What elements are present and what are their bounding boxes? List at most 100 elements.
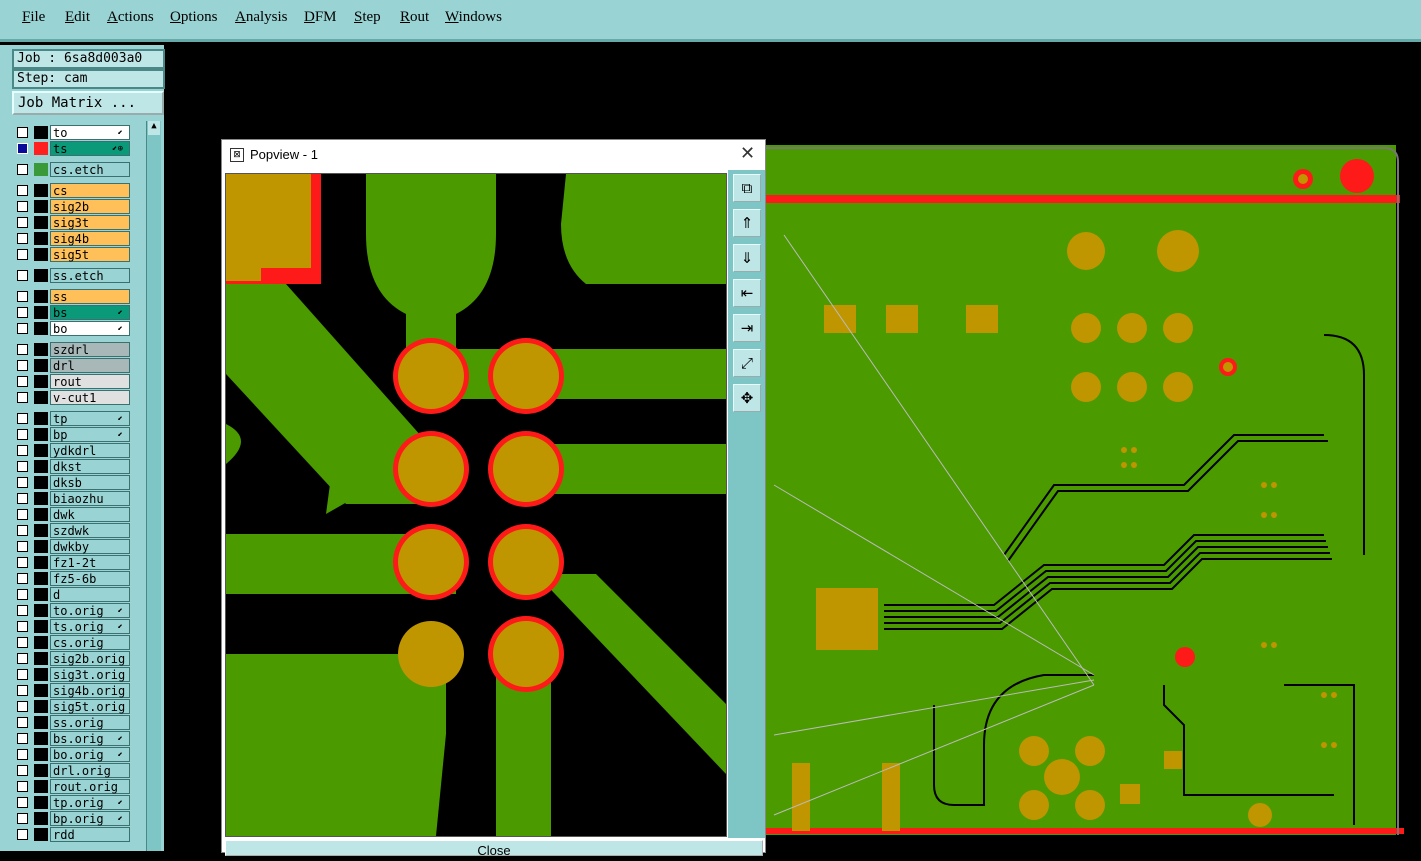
- layer-checkbox[interactable]: [17, 797, 28, 808]
- menu-analysis[interactable]: Analysis: [235, 9, 288, 26]
- layer-checkbox[interactable]: [17, 392, 28, 403]
- layer-checkbox[interactable]: [17, 461, 28, 472]
- layer-name[interactable]: tp ⬋: [50, 411, 130, 426]
- layer-checkbox[interactable]: [17, 323, 28, 334]
- layer-row[interactable]: sig4b: [12, 231, 136, 246]
- layer-row[interactable]: ts ⬋⊕: [12, 141, 136, 156]
- layer-name[interactable]: sig3t.orig: [50, 667, 130, 682]
- layer-name[interactable]: rdd: [50, 827, 130, 842]
- layer-name[interactable]: dkst: [50, 459, 130, 474]
- zoom-fit-icon[interactable]: ⤢: [733, 349, 761, 377]
- layer-row[interactable]: fz5-6b: [12, 571, 136, 586]
- layer-row[interactable]: ss.orig: [12, 715, 136, 730]
- layer-checkbox[interactable]: [17, 127, 28, 138]
- layer-checkbox[interactable]: [17, 669, 28, 680]
- layer-row[interactable]: bs ⬋: [12, 305, 136, 320]
- layer-checkbox[interactable]: [17, 185, 28, 196]
- layer-row[interactable]: sig3t.orig: [12, 667, 136, 682]
- menu-rout[interactable]: Rout: [400, 9, 429, 26]
- menu-options[interactable]: Options: [170, 9, 218, 26]
- layer-name[interactable]: cs: [50, 183, 130, 198]
- layer-name[interactable]: szdrl: [50, 342, 130, 357]
- layer-row[interactable]: rout.orig: [12, 779, 136, 794]
- layer-row[interactable]: dksb: [12, 475, 136, 490]
- layer-row[interactable]: dwkby: [12, 539, 136, 554]
- layer-checkbox[interactable]: [17, 573, 28, 584]
- layer-name[interactable]: v-cut1: [50, 390, 130, 405]
- layer-checkbox[interactable]: [17, 589, 28, 600]
- layer-row[interactable]: tp.orig ⬋: [12, 795, 136, 810]
- layer-row[interactable]: ts.orig ⬋: [12, 619, 136, 634]
- layer-row[interactable]: rout: [12, 374, 136, 389]
- layer-row[interactable]: tp ⬋: [12, 411, 136, 426]
- layer-checkbox[interactable]: [17, 164, 28, 175]
- layer-name[interactable]: dwkby: [50, 539, 130, 554]
- layer-row[interactable]: szdwk: [12, 523, 136, 538]
- pan-right-icon[interactable]: ⇥: [733, 314, 761, 342]
- layer-row[interactable]: sig4b.orig: [12, 683, 136, 698]
- layer-row[interactable]: biaozhu: [12, 491, 136, 506]
- layer-checkbox[interactable]: [17, 291, 28, 302]
- layer-name[interactable]: szdwk: [50, 523, 130, 538]
- layer-row[interactable]: ss.etch: [12, 268, 136, 283]
- layer-checkbox[interactable]: [17, 445, 28, 456]
- layer-name[interactable]: tp.orig ⬋: [50, 795, 130, 810]
- pan-left-icon[interactable]: ⇤: [733, 279, 761, 307]
- layer-checkbox[interactable]: [17, 733, 28, 744]
- layer-checkbox[interactable]: [17, 429, 28, 440]
- layer-row[interactable]: drl.orig: [12, 763, 136, 778]
- layer-checkbox[interactable]: [17, 344, 28, 355]
- layer-name[interactable]: d: [50, 587, 130, 602]
- layer-name[interactable]: drl: [50, 358, 130, 373]
- layer-checkbox[interactable]: [17, 413, 28, 424]
- layer-row[interactable]: d: [12, 587, 136, 602]
- layer-row[interactable]: to.orig ⬋: [12, 603, 136, 618]
- layer-checkbox[interactable]: [17, 307, 28, 318]
- layer-name[interactable]: sig2b.orig: [50, 651, 130, 666]
- layer-list-scrollbar[interactable]: ▲: [146, 121, 161, 851]
- layer-row[interactable]: cs: [12, 183, 136, 198]
- layer-name[interactable]: bs ⬋: [50, 305, 130, 320]
- layer-checkbox[interactable]: [17, 233, 28, 244]
- layer-checkbox[interactable]: [17, 557, 28, 568]
- layer-name[interactable]: sig4b: [50, 231, 130, 246]
- layer-name[interactable]: fz1-2t: [50, 555, 130, 570]
- layer-name[interactable]: bo ⬋: [50, 321, 130, 336]
- layer-name[interactable]: ts.orig ⬋: [50, 619, 130, 634]
- layer-row[interactable]: bp ⬋: [12, 427, 136, 442]
- layer-row[interactable]: ss: [12, 289, 136, 304]
- layer-row[interactable]: cs.orig: [12, 635, 136, 650]
- layer-name[interactable]: to.orig ⬋: [50, 603, 130, 618]
- layer-name[interactable]: sig4b.orig: [50, 683, 130, 698]
- zoom-in-icon[interactable]: ⇑: [733, 209, 761, 237]
- layer-checkbox[interactable]: [17, 749, 28, 760]
- layer-name[interactable]: sig5t.orig: [50, 699, 130, 714]
- layer-checkbox[interactable]: [17, 621, 28, 632]
- layer-row[interactable]: rdd: [12, 827, 136, 842]
- layer-row[interactable]: v-cut1: [12, 390, 136, 405]
- layer-name[interactable]: ydkdrl: [50, 443, 130, 458]
- layer-checkbox[interactable]: [17, 717, 28, 728]
- scroll-up-arrow-icon[interactable]: ▲: [148, 121, 160, 135]
- layer-name[interactable]: bp ⬋: [50, 427, 130, 442]
- menu-windows[interactable]: Windows: [445, 9, 502, 26]
- layer-checkbox[interactable]: [17, 509, 28, 520]
- layer-name[interactable]: bo.orig ⬋: [50, 747, 130, 762]
- layer-row[interactable]: sig5t.orig: [12, 699, 136, 714]
- popview-close-button[interactable]: Close: [225, 840, 763, 858]
- menu-file[interactable]: File: [22, 9, 45, 26]
- layer-row[interactable]: bp.orig ⬋: [12, 811, 136, 826]
- zoom-out-icon[interactable]: ⇓: [733, 244, 761, 272]
- layer-name[interactable]: fz5-6b: [50, 571, 130, 586]
- layer-checkbox[interactable]: [17, 685, 28, 696]
- layer-checkbox[interactable]: [17, 249, 28, 260]
- layer-name[interactable]: cs.etch: [50, 162, 130, 177]
- layer-checkbox[interactable]: [17, 829, 28, 840]
- close-icon[interactable]: ✕: [740, 143, 755, 164]
- pan-all-icon[interactable]: ✥: [733, 384, 761, 412]
- zoom-window-icon[interactable]: ⧉: [733, 174, 761, 202]
- layer-checkbox[interactable]: [17, 217, 28, 228]
- pcb-board-view[interactable]: [764, 45, 1421, 851]
- layer-row[interactable]: bo.orig ⬋: [12, 747, 136, 762]
- layer-row[interactable]: to ⬋: [12, 125, 136, 140]
